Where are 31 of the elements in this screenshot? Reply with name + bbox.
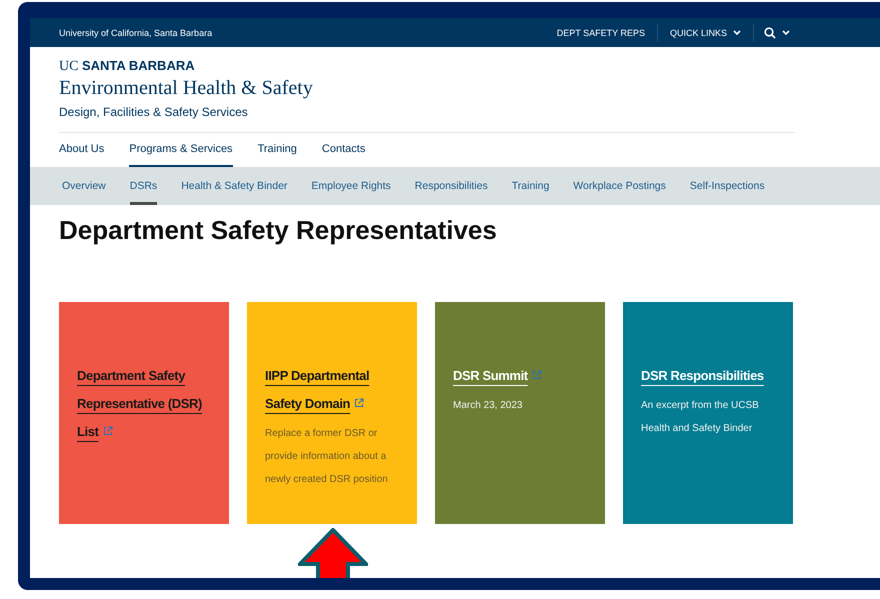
external-link-icon (532, 370, 542, 380)
site-subtitle: Design, Facilities & Safety Services (59, 105, 249, 119)
sub-nav-tab[interactable]: Training (512, 167, 550, 205)
sub-nav-tab[interactable]: Employee Rights (311, 167, 391, 205)
sub-nav-tab[interactable]: DSRs (130, 167, 158, 205)
ucsb-logo[interactable]: UC SANTA BARBARA (59, 58, 795, 75)
card-title-link[interactable]: Department Safety Representative (DSR) List (77, 362, 215, 446)
card-title-link[interactable]: DSR Summit (453, 362, 591, 390)
sub-nav-tab[interactable]: Workplace Postings (573, 167, 666, 205)
site-title[interactable]: Environmental Health & Safety (59, 77, 795, 100)
top-nav-link[interactable]: DEPT SAFETY REPS (544, 24, 657, 42)
card-description: An excerpt from the UCSB Health and Safety Binder (641, 399, 760, 436)
chevron-icon (733, 30, 741, 36)
external-link-icon (102, 426, 113, 436)
sub-nav-tab[interactable]: Overview (62, 167, 106, 205)
card-description: March 23, 2023 (453, 399, 524, 413)
search-icon (764, 26, 776, 38)
nav-tab[interactable]: Training (258, 143, 297, 167)
university-link[interactable]: University of California, Santa Barbara (59, 28, 212, 38)
external-link-icon (354, 398, 364, 408)
nav-tab[interactable]: Contacts (322, 143, 366, 167)
card-title-link[interactable]: DSR Responsibilities (641, 362, 779, 390)
sub-nav-tab[interactable]: Self-Inspections (690, 167, 765, 205)
card-description: Replace a former DSR or provide information about a newly created DSR position (265, 427, 389, 487)
top-nav-link[interactable]: QUICK LINKS (656, 24, 753, 42)
card-title-link[interactable]: IIPP Departmental Safety Domain (265, 362, 403, 418)
page-title: Department Safety Representatives (59, 215, 498, 246)
sub-nav-tab[interactable]: Responsibilities (414, 167, 488, 205)
nav-tab[interactable]: About Us (59, 143, 104, 167)
sub-nav-tab[interactable]: Health & Safety Binder (181, 167, 288, 205)
chevron-icon (782, 30, 790, 36)
